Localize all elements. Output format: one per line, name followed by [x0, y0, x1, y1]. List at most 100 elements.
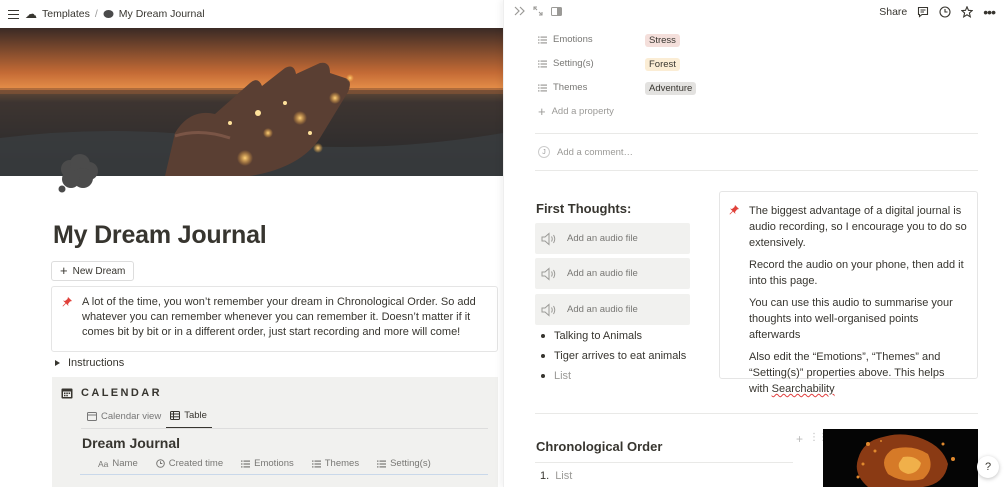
- column-themes-label: Themes: [324, 458, 360, 469]
- add-property-label: Add a property: [551, 106, 614, 117]
- list-number: 1.: [540, 470, 550, 482]
- list-item[interactable]: Talking to Animals: [541, 330, 642, 342]
- bullet-icon: [541, 374, 545, 378]
- add-property-button[interactable]: + Add a property: [538, 103, 614, 119]
- chrono-heading-divider: [535, 462, 793, 463]
- tag-stress[interactable]: Stress: [645, 34, 680, 47]
- list-property-icon: [241, 460, 251, 467]
- calendar-icon: [61, 388, 73, 399]
- side-peek-panel: Share ••• Emotions Stress Setting(s) For…: [503, 0, 1005, 487]
- plus-icon: +: [538, 103, 546, 119]
- audio-placeholder: Add an audio file: [567, 304, 638, 315]
- bullet-icon: [541, 354, 545, 358]
- avatar: J: [538, 146, 550, 158]
- page-title[interactable]: My Dream Journal: [53, 221, 267, 250]
- property-label: Setting(s): [553, 58, 594, 69]
- speaker-icon: [541, 266, 556, 281]
- breadcrumb-separator: /: [94, 8, 98, 20]
- close-peek-icon[interactable]: [514, 6, 525, 16]
- tip-paragraph-last: Also edit the “Emotions”, “Themes” and “…: [749, 349, 967, 397]
- column-settings[interactable]: Setting(s): [377, 458, 431, 469]
- tab-table[interactable]: Table: [166, 408, 212, 429]
- list-item-placeholder[interactable]: List: [541, 370, 571, 382]
- column-name-label: Name: [112, 458, 138, 469]
- view-tabs: Calendar view Table: [83, 408, 212, 429]
- properties-divider: [535, 133, 978, 134]
- app-root: ☁ Templates / My Dream Journal My Dream …: [0, 0, 1005, 487]
- property-emotions[interactable]: Emotions: [538, 34, 593, 45]
- clock-icon: [155, 459, 165, 468]
- intro-callout-text: A lot of the time, you won’t remember yo…: [82, 296, 476, 338]
- searchability-word: Searchability: [771, 383, 835, 395]
- chronological-order-heading[interactable]: Chronological Order: [536, 439, 662, 454]
- table-icon: [170, 411, 181, 420]
- add-comment-placeholder: Add a comment…: [557, 146, 634, 158]
- peek-controls-right: Share •••: [879, 5, 996, 19]
- list-property-icon: [538, 36, 547, 43]
- tag-forest[interactable]: Forest: [645, 58, 680, 71]
- peek-mode-icon[interactable]: [551, 6, 562, 16]
- audio-placeholder: Add an audio file: [567, 233, 638, 244]
- image-thumbnail: [823, 429, 978, 487]
- pin-icon: [62, 296, 73, 312]
- templates-icon: ☁: [25, 7, 37, 21]
- audio-block[interactable]: Add an audio file: [535, 258, 690, 289]
- calendar-block: CALENDAR Calendar view Table Dream Journ…: [52, 377, 498, 487]
- tab-calendar-view-label: Calendar view: [101, 411, 162, 422]
- help-button[interactable]: ?: [977, 456, 999, 478]
- new-dream-button[interactable]: + New Dream: [51, 261, 135, 281]
- instructions-toggle[interactable]: Instructions: [55, 357, 124, 369]
- column-emotions[interactable]: Emotions: [241, 458, 294, 469]
- more-icon[interactable]: •••: [983, 5, 996, 19]
- comment-divider: [535, 170, 978, 171]
- table-header-divider: [80, 474, 488, 475]
- tip-callout[interactable]: The biggest advantage of a digital journ…: [719, 191, 978, 395]
- calendar-view-icon: [87, 412, 97, 421]
- top-bar: ☁ Templates / My Dream Journal: [0, 0, 503, 28]
- list-property-icon: [538, 84, 547, 91]
- breadcrumb-templates[interactable]: Templates: [42, 8, 90, 20]
- comment-icon[interactable]: [917, 6, 929, 18]
- list-item-text: Talking to Animals: [554, 330, 643, 342]
- section-divider: [535, 413, 978, 414]
- column-created-time[interactable]: Created time: [155, 458, 223, 469]
- column-themes[interactable]: Themes: [311, 458, 360, 469]
- list-property-icon: [311, 460, 321, 467]
- property-settings[interactable]: Setting(s): [538, 58, 594, 69]
- plus-icon: +: [60, 263, 68, 278]
- tab-table-label: Table: [184, 410, 207, 421]
- plus-icon[interactable]: +: [796, 432, 803, 446]
- column-settings-label: Setting(s): [390, 458, 431, 469]
- column-name[interactable]: Aa Name: [98, 458, 138, 469]
- property-label: Emotions: [553, 34, 593, 45]
- star-icon[interactable]: [961, 6, 974, 18]
- speaker-icon: [541, 302, 556, 317]
- page-icon: [103, 10, 114, 18]
- tip-paragraph: Record the audio on your phone, then add…: [749, 259, 964, 287]
- audio-block[interactable]: Add an audio file: [535, 294, 690, 325]
- column-emotions-label: Emotions: [254, 458, 294, 469]
- audio-block[interactable]: Add an audio file: [535, 223, 690, 254]
- tab-calendar-view[interactable]: Calendar view: [83, 408, 166, 429]
- peek-controls-left: [514, 6, 562, 16]
- menu-icon[interactable]: [8, 9, 19, 19]
- toggle-arrow-icon[interactable]: [55, 360, 60, 366]
- numbered-list-item[interactable]: 1. List: [540, 470, 572, 482]
- intro-callout[interactable]: A lot of the time, you won’t remember yo…: [51, 286, 498, 352]
- clock-icon[interactable]: [939, 6, 951, 18]
- database-title[interactable]: Dream Journal: [82, 435, 180, 451]
- first-thoughts-heading[interactable]: First Thoughts:: [536, 201, 631, 216]
- numbered-placeholder: List: [555, 470, 573, 482]
- image-block[interactable]: [823, 429, 978, 487]
- breadcrumb-page[interactable]: My Dream Journal: [119, 8, 205, 20]
- audio-placeholder: Add an audio file: [567, 268, 638, 279]
- property-themes[interactable]: Themes: [538, 82, 587, 93]
- expand-icon[interactable]: [533, 6, 543, 16]
- tag-adventure[interactable]: Adventure: [645, 82, 697, 95]
- page-icon-large[interactable]: [56, 151, 100, 195]
- list-placeholder-text: List: [554, 370, 572, 382]
- add-comment-field[interactable]: J Add a comment…: [538, 146, 633, 158]
- share-button[interactable]: Share: [879, 6, 907, 18]
- tip-paragraph: You can use this audio to summarise your…: [749, 297, 953, 341]
- list-item[interactable]: Tiger arrives to eat animals: [541, 350, 686, 362]
